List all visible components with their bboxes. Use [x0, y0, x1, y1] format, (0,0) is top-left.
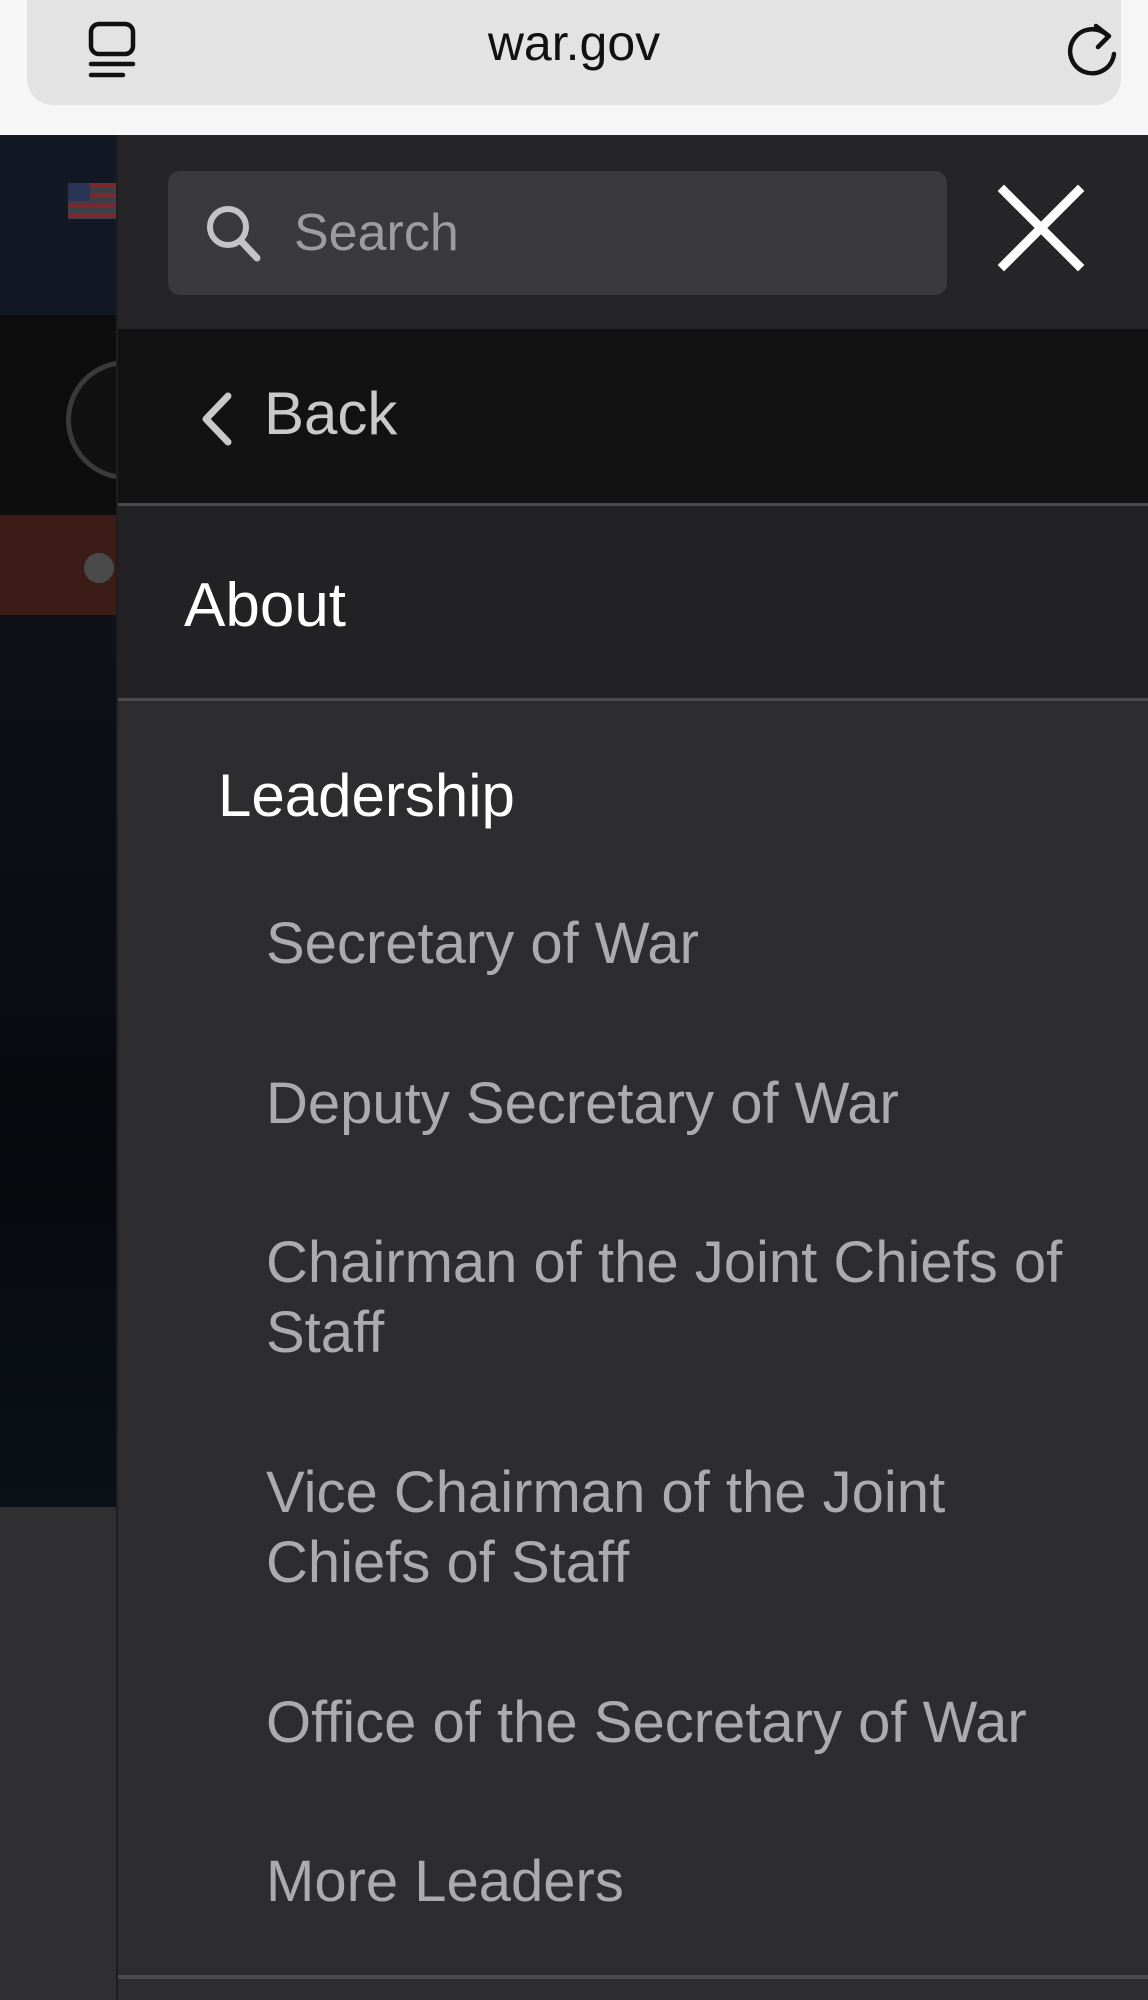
submenu-heading-leadership[interactable]: Leadership: [218, 761, 515, 830]
search-icon: [207, 206, 261, 262]
divider: [118, 1975, 1148, 1979]
submenu-link-vice-chairman-jcs[interactable]: Vice Chairman of the Joint Chiefs of Sta…: [266, 1458, 1066, 1598]
flag-icon: [68, 183, 116, 219]
reload-icon[interactable]: [1062, 18, 1122, 80]
page-hero-image: [0, 615, 116, 1507]
submenu-link-secretary[interactable]: Secretary of War: [266, 909, 1066, 979]
close-icon[interactable]: [986, 173, 1096, 283]
search-input[interactable]: [294, 171, 914, 295]
menu-item-about[interactable]: About: [118, 506, 1148, 698]
search-box[interactable]: [168, 171, 947, 295]
chevron-left-icon: [202, 392, 232, 446]
side-menu-panel: Back About Leadership Secretary of War D…: [116, 135, 1148, 2000]
page-dot-icon: [84, 553, 114, 583]
submenu-link-more-leaders[interactable]: More Leaders: [266, 1847, 1066, 1917]
menu-header: [118, 135, 1148, 329]
submenu-link-office-secretary[interactable]: Office of the Secretary of War: [266, 1688, 1146, 1758]
url-text[interactable]: war.gov: [27, 14, 1121, 72]
back-button[interactable]: Back: [118, 329, 1148, 503]
page-header-strip: [0, 135, 116, 315]
address-bar[interactable]: war.gov: [27, 0, 1121, 105]
back-label: Back: [264, 380, 398, 447]
underlying-page: [0, 135, 116, 2000]
submenu-leadership: Leadership Secretary of War Deputy Secre…: [118, 701, 1148, 2000]
browser-toolbar: war.gov: [0, 0, 1148, 135]
submenu-link-chairman-jcs[interactable]: Chairman of the Joint Chiefs of Staff: [266, 1228, 1066, 1368]
current-section-label: About: [184, 571, 347, 640]
submenu-link-deputy-secretary[interactable]: Deputy Secretary of War: [266, 1069, 1066, 1139]
